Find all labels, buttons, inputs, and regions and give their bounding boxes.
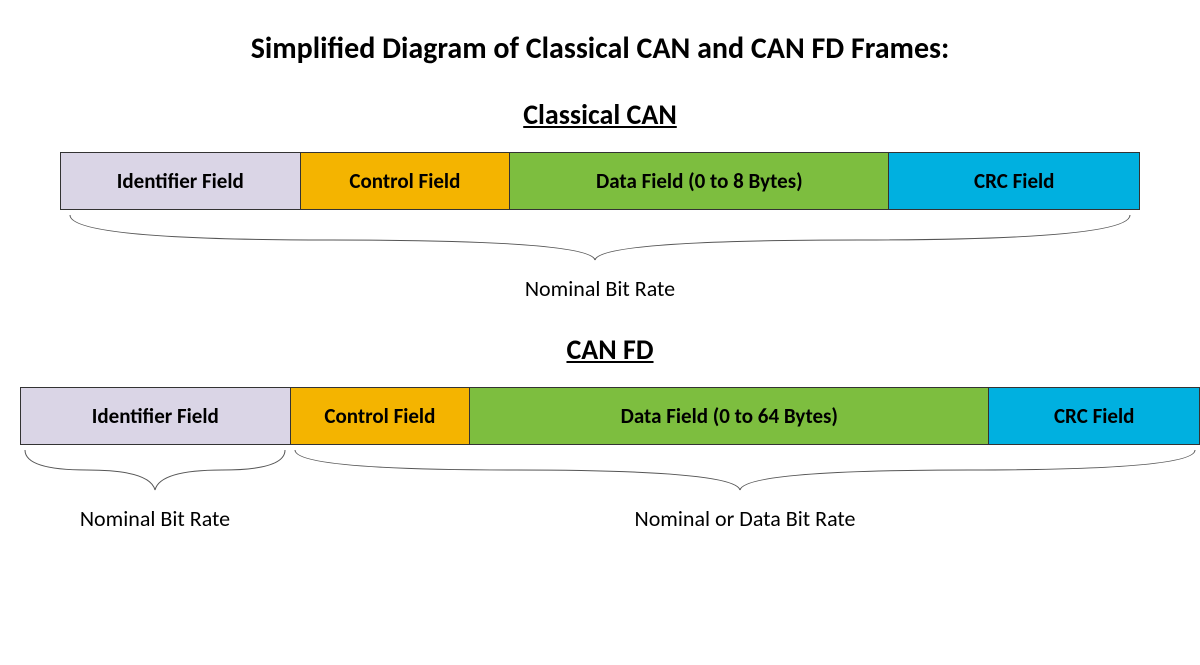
canfd-braces-container: Nominal Bit Rate Nominal or Data Bit Rat… (20, 445, 1200, 532)
canfd-brace-left-icon (20, 445, 290, 500)
main-title: Simplified Diagram of Classical CAN and … (20, 30, 1180, 67)
classical-control-field: Control Field (301, 153, 511, 209)
classical-crc-field: CRC Field (889, 153, 1139, 209)
classical-rate-label: Nominal Bit Rate (60, 275, 1140, 302)
classical-section-title: Classical CAN (60, 97, 1140, 132)
canfd-rate-label-2: Nominal or Data Bit Rate (290, 505, 1200, 532)
classical-frame-row: Identifier Field Control Field Data Fiel… (60, 152, 1140, 210)
canfd-section: CAN FD Identifier Field Control Field Da… (20, 332, 1200, 532)
canfd-frame-row: Identifier Field Control Field Data Fiel… (20, 387, 1200, 445)
classical-brace-container: Nominal Bit Rate (60, 210, 1140, 302)
canfd-data-field: Data Field (0 to 64 Bytes) (470, 388, 989, 444)
canfd-rate-label-1: Nominal Bit Rate (20, 505, 290, 532)
canfd-section-title: CAN FD (20, 332, 1200, 367)
canfd-brace-left: Nominal Bit Rate (20, 445, 290, 532)
canfd-identifier-field: Identifier Field (21, 388, 291, 444)
canfd-control-field: Control Field (291, 388, 471, 444)
canfd-brace-right: Nominal or Data Bit Rate (290, 445, 1200, 532)
classical-identifier-field: Identifier Field (61, 153, 301, 209)
classical-brace-icon (60, 210, 1140, 270)
canfd-crc-field: CRC Field (989, 388, 1199, 444)
canfd-brace-right-icon (290, 445, 1200, 500)
classical-can-section: Classical CAN Identifier Field Control F… (60, 97, 1140, 302)
classical-data-field: Data Field (0 to 8 Bytes) (510, 153, 889, 209)
